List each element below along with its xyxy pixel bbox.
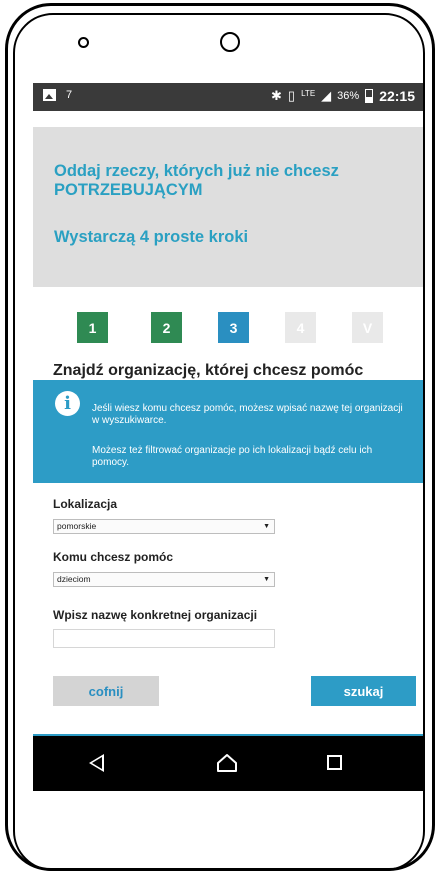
location-label: Lokalizacja: [53, 497, 118, 511]
chevron-down-icon: ▼: [263, 523, 270, 530]
step-3[interactable]: 3: [218, 312, 249, 343]
organization-name-input[interactable]: [53, 629, 275, 648]
help-target-label: Komu chcesz pomóc: [53, 550, 174, 564]
step-2[interactable]: 2: [151, 312, 182, 343]
notification-count: 7: [66, 89, 73, 101]
recent-apps-icon[interactable]: [327, 755, 342, 770]
organization-name-label: Wpisz nazwę konkretnej organizacji: [53, 608, 258, 622]
clock: 22:15: [379, 88, 415, 104]
step-indicator: 1 2 3 4 V: [33, 312, 423, 343]
battery-percent: 36%: [337, 90, 360, 102]
hero-subtitle: Wystarczą 4 proste kroki: [54, 228, 249, 246]
proximity-sensor: [78, 37, 89, 48]
section-title: Znajdź organizację, której chcesz pomóc: [53, 362, 364, 379]
front-camera: [220, 32, 240, 52]
image-icon: [43, 89, 56, 101]
home-icon[interactable]: [216, 753, 238, 773]
hero-title: Oddaj rzeczy, których już nie chcesz POT…: [54, 162, 339, 199]
signal-icon: ◢: [321, 88, 332, 103]
location-select-value: pomorskie: [57, 521, 97, 531]
info-banner: i Jeśli wiesz komu chcesz pomóc, możesz …: [33, 380, 423, 483]
status-bar: 7 ✱ ▯ LTE ◢ 36% 22:15: [33, 83, 423, 111]
navigation-bar: [33, 734, 423, 791]
step-summary: V: [352, 312, 383, 343]
location-select[interactable]: pomorskie ▼: [53, 519, 275, 534]
info-icon: i: [55, 391, 80, 416]
back-button[interactable]: cofnij: [53, 676, 159, 706]
bluetooth-icon: ✱: [271, 88, 282, 103]
vibrate-icon: ▯: [287, 88, 296, 103]
help-target-select[interactable]: dzieciom ▼: [53, 572, 275, 587]
info-text-2: Możesz też filtrować organizacje po ich …: [92, 445, 373, 468]
step-1[interactable]: 1: [77, 312, 108, 343]
back-nav-icon[interactable]: [89, 754, 104, 772]
step-4: 4: [285, 312, 316, 343]
info-text-1: Jeśli wiesz komu chcesz pomóc, możesz wp…: [92, 403, 403, 426]
chevron-down-icon: ▼: [263, 576, 270, 583]
battery-icon: [365, 89, 374, 103]
help-target-select-value: dzieciom: [57, 574, 91, 584]
hero-section: Oddaj rzeczy, których już nie chcesz POT…: [33, 127, 423, 287]
lte-icon: LTE: [301, 88, 316, 98]
screen: 7 ✱ ▯ LTE ◢ 36% 22:15 Oddaj rzeczy, któr…: [33, 83, 423, 791]
search-button[interactable]: szukaj: [311, 676, 416, 706]
